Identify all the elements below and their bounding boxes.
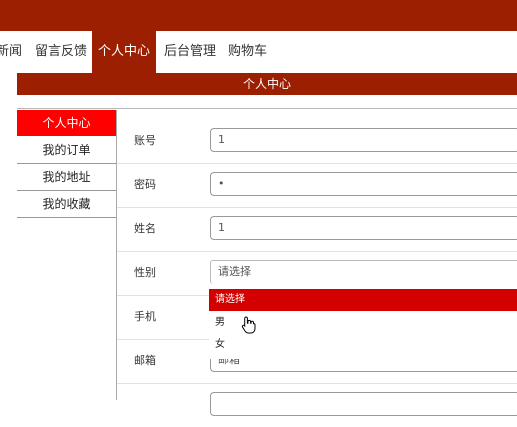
nav-item-cart[interactable]: 购物车 — [228, 31, 267, 73]
password-input[interactable]: • — [210, 172, 517, 196]
nav-item-news[interactable]: 新闻 — [0, 31, 22, 73]
phone-label: 手机 — [134, 310, 156, 323]
sidebar-item-addresses[interactable]: 我的地址 — [17, 164, 116, 191]
top-header-bar — [0, 0, 517, 31]
gender-label: 性别 — [134, 266, 156, 279]
dropdown-option-placeholder[interactable]: 请选择 — [209, 289, 517, 311]
divider — [17, 108, 517, 109]
email-label: 邮箱 — [134, 354, 156, 367]
main-nav: 新闻 留言反馈 个人中心 后台管理 购物车 — [0, 31, 517, 73]
sidebar-item-personal-center[interactable]: 个人中心 — [17, 110, 116, 136]
name-input[interactable]: 1 — [210, 216, 517, 240]
nav-item-feedback[interactable]: 留言反馈 — [35, 31, 87, 73]
account-input[interactable]: 1 — [210, 128, 517, 152]
nav-item-personal-center[interactable]: 个人中心 — [92, 31, 156, 73]
sidebar-item-favorites[interactable]: 我的收藏 — [17, 191, 116, 218]
next-input[interactable] — [210, 392, 517, 416]
account-label: 账号 — [134, 134, 156, 147]
form-row-name: 姓名 1 — [117, 207, 517, 252]
form-row-password: 密码 • — [117, 163, 517, 208]
nav-item-admin[interactable]: 后台管理 — [164, 31, 216, 73]
gender-select[interactable]: 请选择 — [210, 260, 517, 284]
name-label: 姓名 — [134, 222, 156, 235]
form-row-next — [117, 383, 517, 427]
form-row-account: 账号 1 — [117, 119, 517, 164]
page-title: 个人中心 — [17, 73, 517, 95]
hand-cursor-icon — [241, 316, 257, 338]
sidebar-item-orders[interactable]: 我的订单 — [17, 137, 116, 164]
password-label: 密码 — [134, 178, 156, 191]
